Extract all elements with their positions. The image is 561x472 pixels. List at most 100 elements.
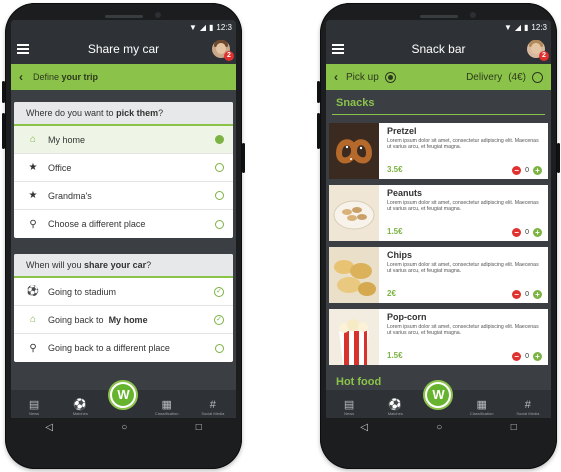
delivery-price: (4€): [508, 71, 526, 83]
nav-matches[interactable]: ⚽ Matches: [62, 399, 98, 416]
option-label: Grandma's: [48, 190, 92, 201]
option-going-to-stadium[interactable]: ⚽ Going to stadium ✓: [14, 278, 233, 306]
popcorn-image: [329, 309, 379, 365]
quantity-value: 0: [525, 229, 529, 236]
radio-button[interactable]: [215, 191, 224, 200]
minus-icon[interactable]: −: [512, 166, 522, 175]
pickup-location-card: Where do you want to pick them? ⌂ My hom…: [14, 102, 233, 238]
recents-icon[interactable]: □: [196, 422, 202, 433]
club-logo-icon: W: [427, 384, 450, 406]
snack-item-popcorn[interactable]: Pop-corn Lorem ipsum dolor sit amet, con…: [329, 309, 548, 365]
soccer-ball-icon: ⚽: [73, 399, 88, 411]
nav-label: Matches: [72, 411, 88, 416]
minus-icon[interactable]: −: [512, 228, 522, 237]
page-title: Snack bar: [411, 42, 466, 56]
home-button-icon[interactable]: ○: [436, 422, 442, 433]
club-logo-button[interactable]: W: [108, 380, 139, 410]
radio-button[interactable]: [215, 343, 224, 353]
quantity-value: 0: [525, 167, 529, 174]
check-circle-icon[interactable]: ✓: [214, 286, 224, 297]
check-circle-icon[interactable]: ✓: [214, 314, 224, 325]
plus-icon[interactable]: +: [533, 166, 542, 175]
option-different-place[interactable]: ⚲ Choose a different place: [14, 210, 233, 238]
nav-social-media[interactable]: # Social Media: [195, 399, 231, 416]
home-button-icon[interactable]: ○: [121, 422, 127, 433]
radio-button[interactable]: [215, 163, 224, 172]
item-description: Lorem ipsum dolor sit amet, consectetur …: [387, 262, 539, 275]
back-chevron-icon[interactable]: ‹: [334, 70, 338, 84]
snack-item-chips[interactable]: Chips Lorem ipsum dolor sit amet, consec…: [329, 247, 548, 303]
back-icon[interactable]: ◁: [360, 422, 368, 433]
quantity-stepper: − 0 +: [512, 166, 542, 175]
option-label: Choose a different place: [48, 219, 146, 229]
radio-selected[interactable]: [215, 135, 224, 144]
phone-share-car: ▼ ◢ ▮ 12:3 Share my car 2 ‹ Define your …: [2, 3, 245, 469]
snack-item-peanuts[interactable]: Peanuts Lorem ipsum dolor sit amet, cons…: [329, 185, 548, 241]
nav-news[interactable]: ▤ News: [331, 399, 367, 416]
hashtag-icon: #: [209, 399, 216, 411]
back-chevron-icon[interactable]: ‹: [19, 70, 23, 84]
nav-news[interactable]: ▤ News: [16, 399, 52, 416]
card-header-text: When will you: [26, 260, 82, 270]
speaker-grille: [104, 15, 143, 18]
nav-social-media[interactable]: # Social Media: [510, 399, 546, 416]
newspaper-icon: ▤: [343, 399, 355, 411]
option-going-back-different[interactable]: ⚲ Going back to a different place: [14, 334, 233, 362]
option-label: Going to stadium: [48, 286, 117, 297]
option-going-back-home[interactable]: ⌂ Going back to My home ✓: [14, 306, 233, 334]
avatar[interactable]: 2: [527, 40, 549, 61]
pickup-option[interactable]: ‹ Pick up: [334, 70, 396, 84]
plus-icon[interactable]: +: [533, 290, 542, 299]
delivery-option[interactable]: Delivery (4€): [466, 71, 543, 83]
option-grandmas[interactable]: ★ Grandma's: [14, 182, 233, 210]
radio-button[interactable]: [532, 71, 543, 83]
nav-classification[interactable]: ▦ Classification: [464, 399, 500, 416]
volume-button: [317, 81, 320, 103]
newspaper-icon: ▤: [28, 399, 40, 411]
card-header-suffix: ?: [158, 108, 164, 118]
nav-label: News: [29, 411, 40, 416]
nav-label: Classification: [154, 411, 179, 416]
card-header: Where do you want to pick them?: [14, 102, 233, 126]
option-label: My home: [48, 134, 86, 145]
snack-item-pretzel[interactable]: Pretzel Lorem ipsum dolor sit amet, cons…: [329, 123, 548, 179]
back-icon[interactable]: ◁: [45, 422, 53, 433]
delivery-label: Delivery: [466, 71, 503, 83]
plus-icon[interactable]: +: [533, 352, 542, 361]
radio-button[interactable]: [215, 219, 224, 229]
option-my-home[interactable]: ⌂ My home: [14, 126, 233, 154]
quantity-stepper: − 0 +: [512, 228, 542, 237]
location-pin-icon: ⚲: [29, 342, 37, 354]
section-title-snacks: Snacks: [336, 97, 375, 109]
pickup-label: Pick up: [346, 71, 379, 83]
menu-icon[interactable]: [17, 44, 29, 54]
volume-button: [2, 113, 5, 149]
soccer-ball-icon: ⚽: [26, 286, 40, 297]
minus-icon[interactable]: −: [512, 290, 522, 299]
status-time: 12:3: [216, 22, 232, 32]
club-logo-icon: W: [112, 384, 135, 406]
nav-classification[interactable]: ▦ Classification: [149, 399, 185, 416]
app-bar: Snack bar 2: [326, 34, 551, 64]
item-description: Lorem ipsum dolor sit amet, consectetur …: [387, 138, 539, 151]
radio-selected[interactable]: [384, 71, 396, 83]
menu-icon[interactable]: [332, 44, 344, 54]
status-time: 12:3: [531, 22, 547, 32]
minus-icon[interactable]: −: [512, 352, 522, 361]
item-price: 1.5€: [387, 227, 403, 236]
location-pin-icon: ⚲: [29, 218, 37, 230]
system-nav-bar: ◁ ○ □: [11, 418, 236, 436]
quantity-value: 0: [525, 353, 529, 360]
option-office[interactable]: ★ Office: [14, 154, 233, 182]
soccer-ball-icon: ⚽: [388, 399, 403, 411]
item-description: Lorem ipsum dolor sit amet, consectetur …: [387, 324, 539, 337]
option-label: Going back to a different place: [48, 343, 170, 353]
plus-icon[interactable]: +: [533, 228, 542, 237]
home-icon: ⌂: [29, 314, 37, 325]
option-label: Office: [48, 162, 72, 173]
table-icon: ▦: [476, 399, 487, 411]
nav-matches[interactable]: ⚽ Matches: [377, 399, 413, 416]
recents-icon[interactable]: □: [511, 422, 517, 433]
club-logo-button[interactable]: W: [423, 380, 454, 410]
avatar[interactable]: 2: [212, 40, 234, 61]
